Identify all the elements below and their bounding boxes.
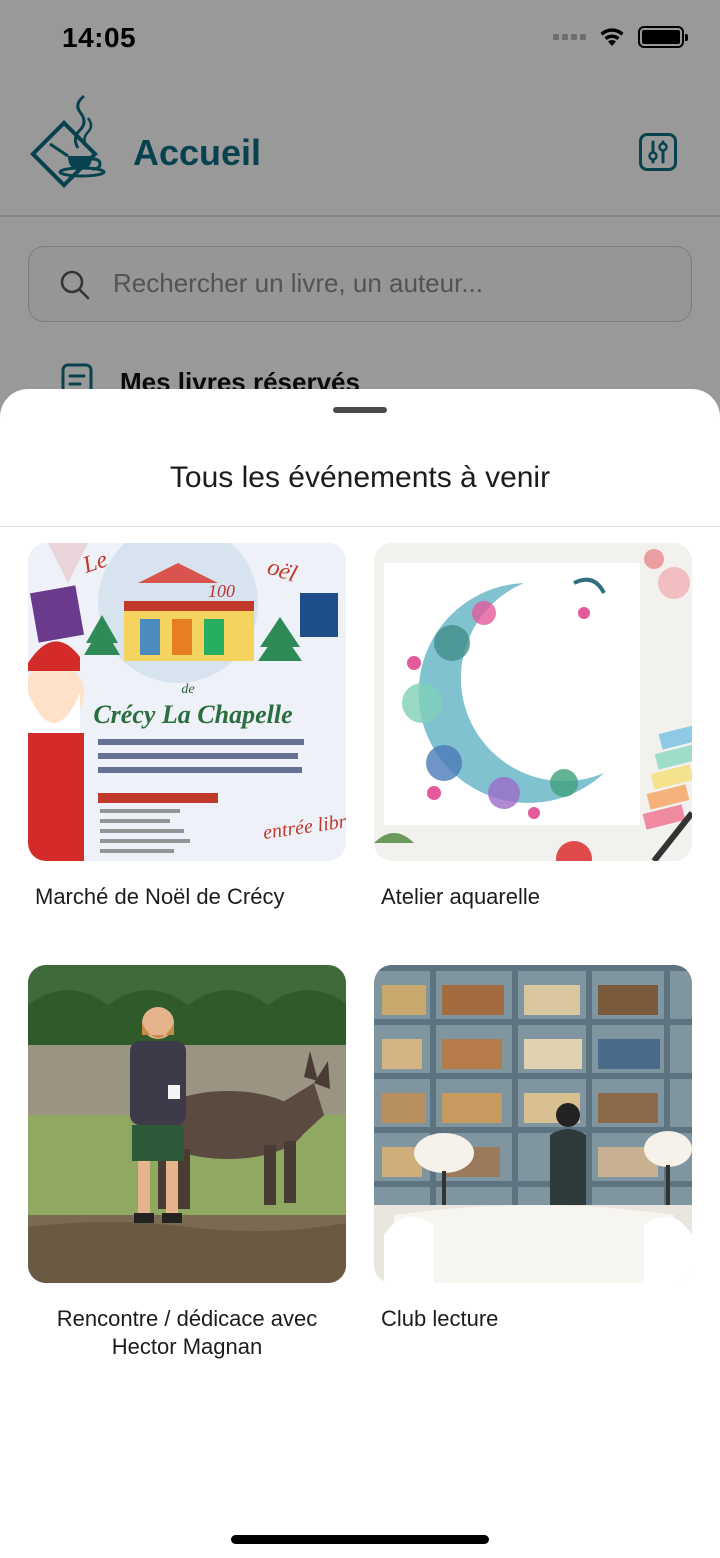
event-image-author	[28, 965, 346, 1283]
sheet-grabber[interactable]	[333, 407, 387, 413]
poster-town: Crécy La Chapelle	[93, 700, 292, 729]
event-image-library	[374, 965, 692, 1283]
sheet-divider	[0, 526, 720, 527]
event-card-christmas-market[interactable]: Le oël 100 de Crécy La Chapelle entrée l…	[28, 543, 346, 911]
event-image-poster: Le oël 100 de Crécy La Chapelle entrée l…	[28, 543, 346, 861]
event-title: Rencontre / dédicace avec Hector Magnan	[56, 1306, 318, 1359]
event-title: Club lecture	[381, 1306, 499, 1331]
svg-text:de: de	[181, 682, 194, 697]
poster-badge: 100	[208, 581, 235, 601]
event-title: Atelier aquarelle	[381, 884, 540, 909]
event-card-author-meeting[interactable]: Rencontre / dédicace avec Hector Magnan	[28, 965, 346, 1361]
events-sheet: Tous les événements à venir Le oël 100 d…	[0, 389, 720, 1558]
event-card-reading-club[interactable]: Club lecture	[374, 965, 692, 1333]
sheet-title: Tous les événements à venir	[169, 461, 551, 494]
home-indicator[interactable]	[231, 1535, 489, 1544]
event-card-watercolor[interactable]: Atelier aquarelle	[374, 543, 692, 911]
event-image-watercolor	[374, 543, 692, 861]
event-title: Marché de Noël de Crécy	[35, 884, 285, 909]
